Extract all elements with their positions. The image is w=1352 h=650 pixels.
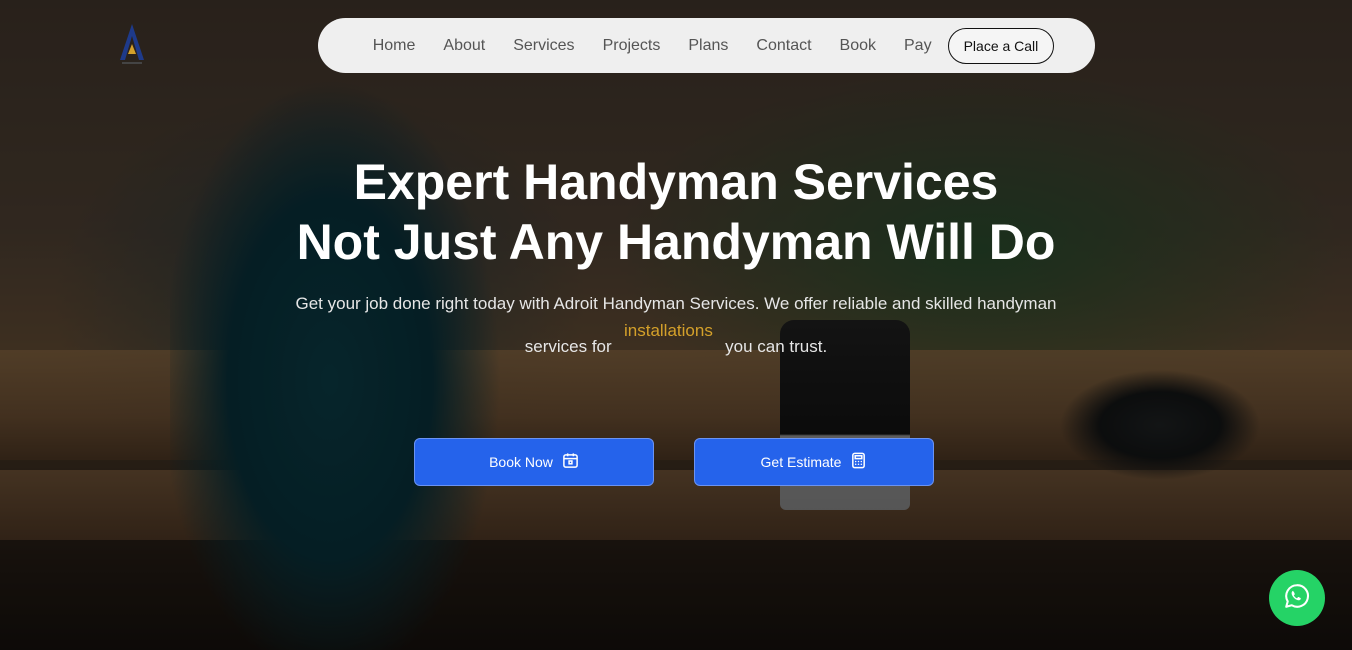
subtitle-before: services for bbox=[524, 337, 612, 356]
whatsapp-button[interactable] bbox=[1269, 570, 1325, 626]
hero-subtitle-line1: Get your job done right today with Adroi… bbox=[295, 294, 1057, 313]
rotating-word-slot: installations bbox=[616, 321, 720, 357]
rotating-word: installations bbox=[624, 321, 713, 340]
nav-home[interactable]: Home bbox=[373, 37, 416, 55]
get-estimate-label: Get Estimate bbox=[760, 454, 842, 470]
calendar-icon bbox=[562, 452, 579, 472]
calculator-icon bbox=[850, 452, 867, 472]
book-now-label: Book Now bbox=[489, 454, 553, 470]
nav-services[interactable]: Services bbox=[513, 37, 574, 55]
hero-section: Home About Services Projects Plans Conta… bbox=[0, 0, 1352, 650]
place-call-button[interactable]: Place a Call bbox=[947, 27, 1055, 64]
hero-title-line1: Expert Handyman Services bbox=[353, 154, 999, 210]
get-estimate-button[interactable]: Get Estimate bbox=[694, 438, 934, 486]
book-now-button[interactable]: Book Now bbox=[414, 438, 654, 486]
hero-title-line2: Not Just Any Handyman Will Do bbox=[296, 214, 1056, 270]
hero-title: Expert Handyman Services Not Just Any Ha… bbox=[0, 152, 1352, 272]
nav-book[interactable]: Book bbox=[840, 37, 876, 55]
whatsapp-icon bbox=[1282, 581, 1312, 616]
nav-contact[interactable]: Contact bbox=[756, 37, 811, 55]
site-logo[interactable] bbox=[116, 22, 148, 68]
hero-subtitle-line2: services for installations you can trust… bbox=[0, 321, 1352, 357]
top-navigation: Home About Services Projects Plans Conta… bbox=[318, 18, 1095, 73]
nav-about[interactable]: About bbox=[443, 37, 485, 55]
nav-plans[interactable]: Plans bbox=[688, 37, 728, 55]
subtitle-after: you can trust. bbox=[725, 337, 828, 356]
nav-pay[interactable]: Pay bbox=[904, 37, 932, 55]
nav-projects[interactable]: Projects bbox=[603, 37, 661, 55]
